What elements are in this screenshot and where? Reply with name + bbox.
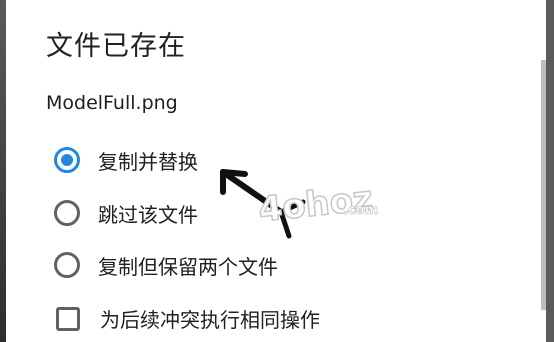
backdrop-right-edge xyxy=(546,0,554,342)
site-watermark-logo: 4ohoz .com xyxy=(220,169,379,239)
radio-unselected-icon[interactable] xyxy=(54,252,80,278)
file-name: ModelFull.png xyxy=(46,92,178,114)
radio-selected-icon[interactable] xyxy=(54,147,80,173)
option-keep-both[interactable]: 复制但保留两个文件 xyxy=(54,248,278,282)
option-skip[interactable]: 跳过该文件 xyxy=(54,196,198,230)
apply-all-label: 为后续冲突执行相同操作 xyxy=(100,308,320,332)
dialog-title: 文件已存在 xyxy=(46,31,186,62)
option-skip-label: 跳过该文件 xyxy=(98,202,198,227)
scrollbar[interactable] xyxy=(541,60,546,310)
option-copy-replace-label: 复制并替换 xyxy=(98,149,198,174)
checkbox-unchecked-icon[interactable] xyxy=(56,306,80,331)
option-copy-replace[interactable]: 复制并替换 xyxy=(54,143,198,177)
file-exists-dialog: 文件已存在 ModelFull.png 复制并替换 跳过该文件 复制但保留两个文… xyxy=(6,0,546,342)
watermark-domain-text: .com xyxy=(343,203,378,218)
apply-all-checkbox-row[interactable]: 为后续冲突执行相同操作 xyxy=(56,304,320,333)
option-keep-both-label: 复制但保留两个文件 xyxy=(98,254,278,279)
radio-unselected-icon[interactable] xyxy=(54,200,80,226)
